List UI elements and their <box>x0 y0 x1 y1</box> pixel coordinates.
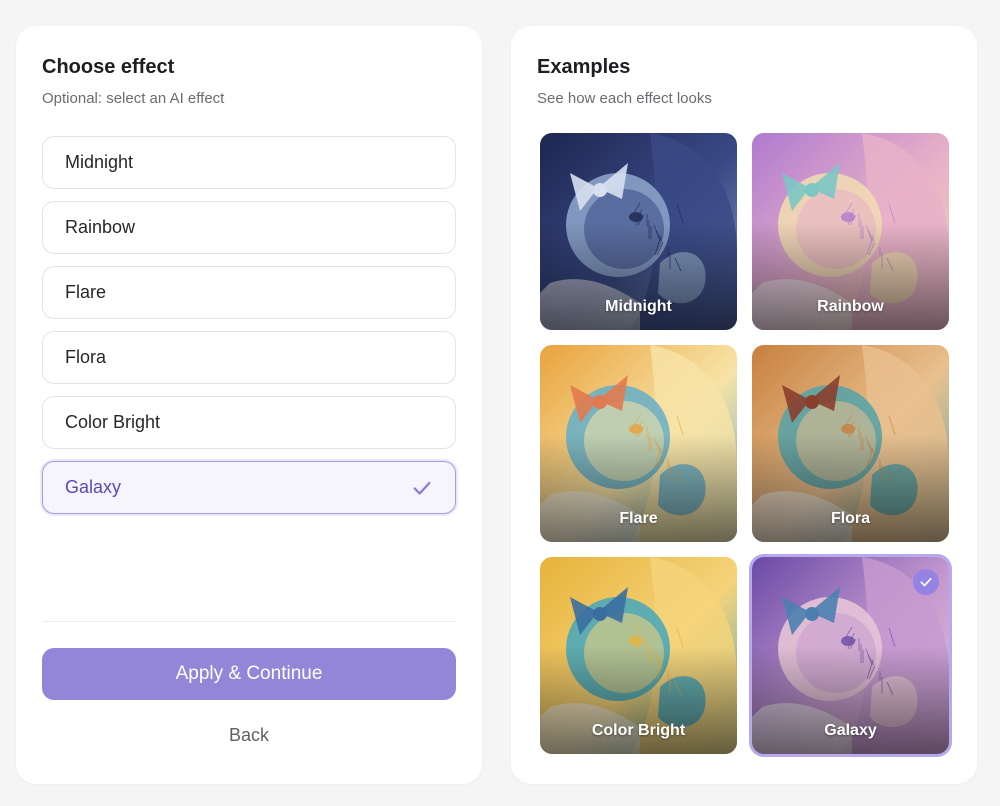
effect-option-label: Flora <box>65 347 107 367</box>
effect-option-midnight[interactable]: Midnight <box>42 136 456 189</box>
examples-panel: Examples See how each effect looks Midni… <box>511 26 977 784</box>
example-thumb-color-bright[interactable]: Color Bright <box>540 557 737 754</box>
example-label: Color Bright <box>591 722 686 739</box>
effect-option-label: Flare <box>65 282 107 302</box>
example-label: Midnight <box>605 298 672 315</box>
example-thumb-rainbow[interactable]: Rainbow <box>752 133 949 330</box>
effect-option-label: Rainbow <box>65 217 136 237</box>
effect-option-flora[interactable]: Flora <box>42 331 456 384</box>
example-thumb-flora[interactable]: Flora <box>752 345 949 542</box>
example-thumb-galaxy[interactable]: Galaxy <box>752 557 949 754</box>
panel-subtitle: See how each effect looks <box>537 90 712 107</box>
effect-option-label: Color Bright <box>65 412 161 432</box>
effect-option-galaxy[interactable]: Galaxy <box>42 461 456 514</box>
apply-continue-button[interactable]: Apply & Continue <box>42 648 456 700</box>
check-circle-icon <box>913 569 939 595</box>
back-button[interactable]: Back <box>42 720 456 750</box>
example-label: Galaxy <box>824 722 877 739</box>
effect-option-label: Galaxy <box>65 477 122 497</box>
example-thumb-flare[interactable]: Flare <box>540 345 737 542</box>
check-icon <box>413 481 431 495</box>
panel-title: Choose effect <box>42 56 175 78</box>
example-label: Flora <box>830 510 871 527</box>
effect-option-flare[interactable]: Flare <box>42 266 456 319</box>
effect-option-color-bright[interactable]: Color Bright <box>42 396 456 449</box>
divider <box>42 621 456 622</box>
example-label: Rainbow <box>817 298 884 315</box>
choose-effect-panel: Choose effect Optional: select an AI eff… <box>16 26 482 784</box>
panel-title: Examples <box>537 56 631 78</box>
effect-option-list: Midnight Rainbow Flare Flora Color Brigh… <box>42 136 456 526</box>
example-thumb-midnight[interactable]: Midnight <box>540 133 737 330</box>
effect-option-rainbow[interactable]: Rainbow <box>42 201 456 254</box>
example-label: Flare <box>619 510 658 527</box>
effect-option-label: Midnight <box>65 152 134 172</box>
panel-subtitle: Optional: select an AI effect <box>42 90 225 107</box>
